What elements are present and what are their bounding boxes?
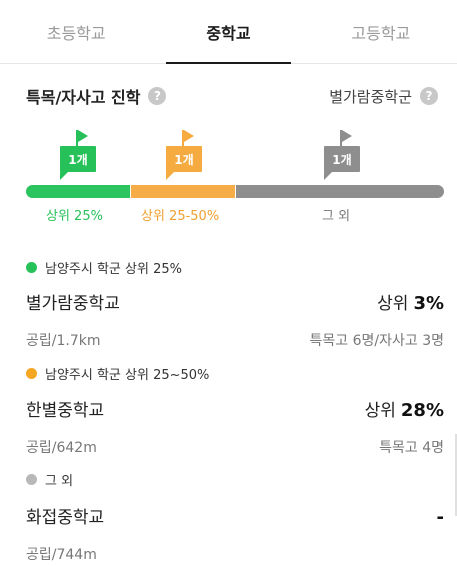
flag-icon: [342, 130, 352, 142]
question-circle-icon[interactable]: ?: [420, 87, 438, 105]
flag-other-count: 1개: [324, 130, 364, 182]
status-dot: [26, 474, 37, 485]
flag-tail: [166, 172, 174, 180]
rank-value: 3%: [413, 293, 444, 314]
rank-value: -: [436, 507, 444, 528]
bar-label-other: 그 외: [322, 209, 351, 224]
flag-count-label: 1개: [174, 152, 194, 167]
school-row[interactable]: 한별중학교 상위 28% 공립/642m 특목고 4명: [26, 396, 444, 457]
flag-icon: [184, 130, 194, 142]
flag-tail: [60, 172, 68, 180]
school-name: 화접중학교: [26, 508, 105, 528]
school-name: 별가람중학교: [26, 294, 120, 314]
school-row[interactable]: 별가람중학교 상위 3% 공립/1.7km 특목고 6명/자사고 3명: [26, 289, 444, 350]
school-name: 한별중학교: [26, 401, 105, 421]
flag-count-box: 1개: [324, 146, 360, 172]
bar-label-top25: 상위 25%: [46, 209, 103, 224]
school-stats: 특목고 6명/자사고 3명: [309, 333, 444, 349]
school-row[interactable]: 화접중학교 - 공립/744m: [26, 503, 444, 564]
tab-elementary[interactable]: 초등학교: [0, 0, 152, 63]
school-info: 공립/744m: [26, 547, 97, 563]
section-title-text: 특목/자사고 진학: [26, 88, 141, 107]
status-dot: [26, 368, 37, 379]
rank-prefix: 상위: [364, 401, 396, 421]
flag-top25-count: 1개: [60, 130, 100, 182]
flag-top25-50-count: 1개: [166, 130, 206, 182]
flag-icon: [78, 130, 88, 142]
rank-prefix: 상위: [377, 294, 409, 314]
school-stats: 특목고 4명: [379, 440, 444, 456]
school-rank: 상위 3%: [377, 289, 444, 314]
tab-middle[interactable]: 중학교: [152, 0, 304, 64]
flag-count-box: 1개: [166, 146, 202, 172]
school-group: 별가람중학군 ?: [329, 86, 438, 107]
group-heading-top25: 남양주시 학군 상위 25%: [26, 258, 182, 277]
bar-segment-top25-50: [130, 185, 235, 198]
bar-segment-other: [235, 185, 444, 198]
rank-distribution-bar: [26, 185, 444, 198]
school-rank: -: [432, 507, 444, 528]
school-info: 공립/1.7km: [26, 333, 101, 349]
section-title: 특목/자사고 진학 ?: [26, 84, 167, 108]
school-group-name: 별가람중학군: [329, 87, 412, 106]
tab-high[interactable]: 고등학교: [305, 0, 457, 63]
school-rank: 상위 28%: [365, 396, 444, 421]
school-info: 공립/642m: [26, 440, 97, 456]
rank-value: 28%: [400, 400, 444, 421]
flag-count-box: 1개: [60, 146, 96, 172]
flag-tail: [324, 172, 332, 180]
group-heading-text: 남양주시 학군 상위 25~50%: [45, 368, 210, 383]
status-dot: [26, 262, 37, 273]
group-heading-other: 그 외: [26, 470, 73, 489]
group-heading-text: 그 외: [45, 474, 74, 489]
flag-count-label: 1개: [332, 152, 352, 167]
bar-segment-top25: [26, 185, 130, 198]
question-circle-icon[interactable]: ?: [148, 87, 167, 105]
group-heading-text: 남양주시 학군 상위 25%: [45, 262, 182, 277]
flag-count-label: 1개: [68, 152, 88, 167]
group-heading-top25-50: 남양주시 학군 상위 25~50%: [26, 364, 209, 383]
section-header: 특목/자사고 진학 ? 별가람중학군 ?: [26, 84, 438, 108]
bar-label-top25-50: 상위 25-50%: [141, 209, 220, 224]
school-level-tabs: 초등학교 중학교 고등학교: [0, 0, 457, 64]
